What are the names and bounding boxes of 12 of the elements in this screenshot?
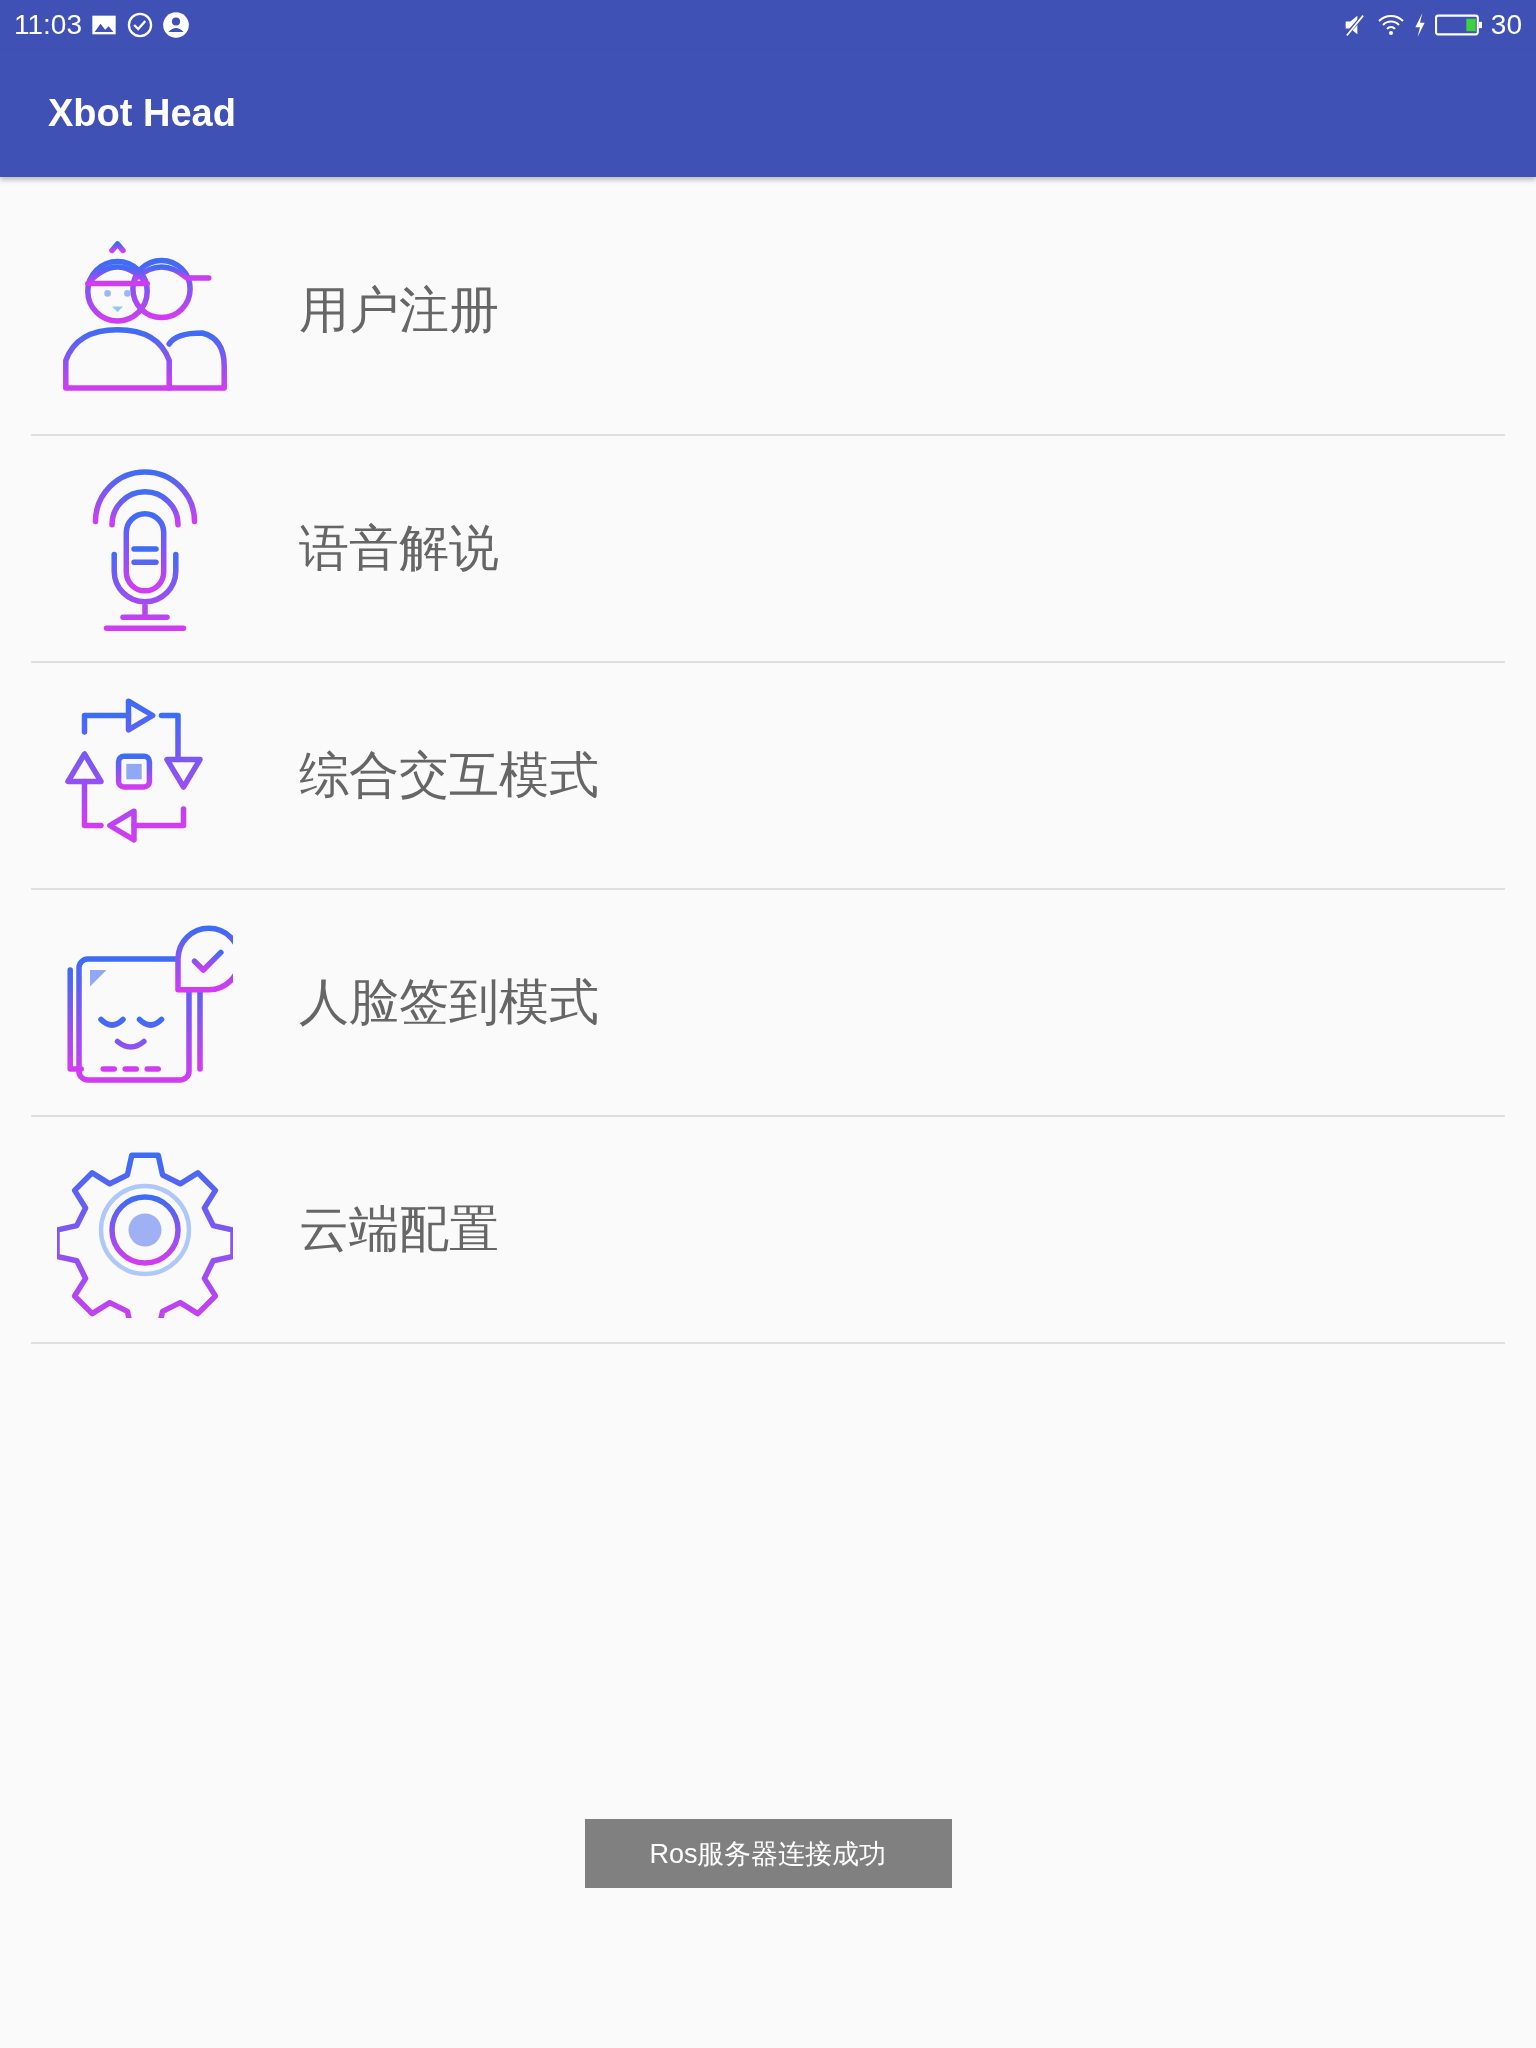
menu-item[interactable]: 语音解说 xyxy=(31,436,1505,663)
menu-item[interactable]: 云端配置 xyxy=(31,1117,1505,1344)
battery-level: 30 xyxy=(1490,9,1522,41)
menu-item[interactable]: 综合交互模式 xyxy=(31,663,1505,890)
menu-item[interactable]: 用户注册 xyxy=(31,177,1505,436)
toast-message: Ros服务器连接成功 xyxy=(584,1819,952,1888)
battery-icon xyxy=(1434,12,1483,38)
menu-item[interactable]: 人脸签到模式 xyxy=(31,890,1505,1117)
app-title: Xbot Head xyxy=(48,92,236,135)
account-icon xyxy=(162,11,190,39)
check-circle-icon xyxy=(126,11,154,39)
status-time: 11:03 xyxy=(14,9,82,41)
